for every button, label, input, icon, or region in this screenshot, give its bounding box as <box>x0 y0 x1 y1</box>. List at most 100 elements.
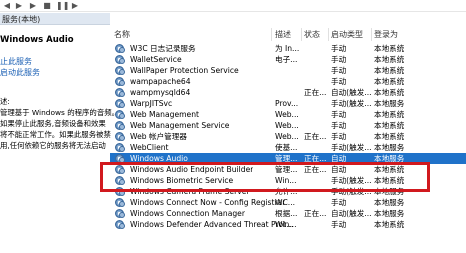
table-row[interactable]: Windows Biometric Service Win... 手动(触发... 本… <box>110 175 466 186</box>
cell-name: Windows Audio <box>130 154 188 163</box>
cell-desc: 电子... <box>275 55 298 64</box>
table-row[interactable]: Windows Connect Now - Config Registrar WC… <box>110 197 466 208</box>
cell-desc: 使基... <box>275 143 298 152</box>
cell-status: 正在... <box>304 209 327 218</box>
cell-desc: WC... <box>275 198 296 207</box>
selected-service-title: Windows Audio <box>0 35 74 45</box>
gear-icon <box>115 88 125 97</box>
cell-logon: 本地系统 <box>374 176 405 185</box>
table-row[interactable]: Windows Connection Manager 根据... 正在... 自动(触… <box>110 208 466 219</box>
column-logon-as[interactable]: 登录为 <box>374 28 398 41</box>
table-row[interactable]: Windows Defender Advanced Threat Prot...… <box>110 219 466 230</box>
table-row[interactable]: wampapache64 手动 本地系统 <box>110 76 466 87</box>
cell-name: Windows Audio Endpoint Builder <box>130 165 254 174</box>
column-description[interactable]: 描述 <box>275 28 291 41</box>
cell-name: Web 帐户管理器 <box>130 132 187 141</box>
cell-startup: 手动(触发... <box>331 187 372 196</box>
cell-name: wampmysqld64 <box>130 88 191 97</box>
table-row[interactable]: wampmysqld64 正在... 自动(触发... 本地系统 <box>110 87 466 98</box>
cell-status: 正在... <box>304 132 327 141</box>
column-separator[interactable] <box>328 28 329 41</box>
gear-icon <box>115 198 125 207</box>
column-separator[interactable] <box>271 28 272 41</box>
toolbar: ◀ ▶ ▶ ■ ❚❚ ▶ <box>0 0 466 12</box>
table-row[interactable]: WarpJITSvc Prov... 手动(触发... 本地服务 <box>110 98 466 109</box>
services-list: 名称 描述 状态 启动类型 登录为 W3C 日志记录服务为 In... 手动 本地系… <box>110 28 466 253</box>
cell-startup: 手动 <box>331 132 347 141</box>
gear-icon <box>115 187 125 196</box>
restart-icon[interactable]: ▶ <box>70 1 80 11</box>
gear-icon <box>115 154 125 163</box>
column-startup-type[interactable]: 启动类型 <box>331 28 363 41</box>
cell-logon: 本地系统 <box>374 44 405 53</box>
table-row[interactable]: WalletService 电子... 手动 本地系统 <box>110 54 466 65</box>
cell-startup: 自动 <box>331 154 347 163</box>
table-row[interactable]: W3C 日志记录服务 为 In... 手动 本地系统 <box>110 43 466 54</box>
play-icon[interactable]: ▶ <box>28 1 38 11</box>
forward-icon[interactable]: ▶ <box>14 1 24 11</box>
gear-icon <box>115 99 125 108</box>
cell-logon: 本地系统 <box>374 165 405 174</box>
pause-icon[interactable]: ❚❚ <box>56 1 69 11</box>
description-title: 述: <box>0 97 10 106</box>
cell-logon: 本地服务 <box>374 99 405 108</box>
description-line-2: 如果停止此服务,音频设备和效果 <box>0 119 106 128</box>
table-row[interactable]: Web Management Service Web... 手动 本地系统 <box>110 120 466 131</box>
column-separator[interactable] <box>371 28 372 41</box>
cell-startup: 手动(触发... <box>331 176 372 185</box>
table-row[interactable]: Web 帐户管理器 Web... 正在... 手动 本地系统 <box>110 131 466 142</box>
cell-logon: 本地系统 <box>374 220 405 229</box>
gear-icon <box>115 55 125 64</box>
description-line-1: 管理基于 Windows 的程序的音频。 <box>0 108 119 117</box>
cell-name: WallPaper Protection Service <box>130 66 239 75</box>
cell-name: Windows Defender Advanced Threat Prot... <box>130 220 294 229</box>
column-separator[interactable] <box>301 28 302 41</box>
stop-icon[interactable]: ■ <box>42 1 52 11</box>
cell-name: Windows Biometric Service <box>130 176 234 185</box>
cell-startup: 自动 <box>331 165 347 174</box>
gear-icon <box>115 220 125 229</box>
gear-icon <box>115 165 125 174</box>
cell-logon: 本地系统 <box>374 66 405 75</box>
cell-name: Windows Connection Manager <box>130 209 245 218</box>
cell-name: W3C 日志记录服务 <box>130 44 196 53</box>
cell-startup: 手动 <box>331 44 347 53</box>
back-icon[interactable]: ◀ <box>2 1 12 11</box>
cell-desc: 管理... <box>275 165 298 174</box>
table-row[interactable]: WebClient 使基... 手动(触发... 本地服务 <box>110 142 466 153</box>
cell-startup: 自动(触发... <box>331 88 372 97</box>
cell-logon: 本地系统 <box>374 121 405 130</box>
cell-logon: 本地服务 <box>374 187 405 196</box>
cell-logon: 本地系统 <box>374 88 405 97</box>
table-row[interactable]: Web Management Web... 手动 本地系统 <box>110 109 466 120</box>
table-row[interactable]: WallPaper Protection Service 手动 本地系统 <box>110 65 466 76</box>
cell-startup: 手动 <box>331 66 347 75</box>
stop-service-link[interactable]: 止此服务 <box>0 56 32 67</box>
cell-name: Web Management <box>130 110 199 119</box>
cell-startup: 自动(触发... <box>331 209 372 218</box>
cell-name: WebClient <box>130 143 169 152</box>
cell-startup: 手动 <box>331 198 347 207</box>
cell-startup: 手动 <box>331 220 347 229</box>
cell-startup: 手动 <box>331 55 347 64</box>
cell-logon: 本地系统 <box>374 77 405 86</box>
cell-logon: 本地服务 <box>374 143 405 152</box>
cell-name: WalletService <box>130 55 182 64</box>
column-status[interactable]: 状态 <box>304 28 320 41</box>
cell-desc: 管理... <box>275 154 298 163</box>
column-name[interactable]: 名称 <box>114 28 130 41</box>
services-local-header: 服务(本地) <box>0 13 110 25</box>
gear-icon <box>115 176 125 185</box>
cell-desc: Win... <box>275 220 297 229</box>
cell-desc: Web... <box>275 132 299 141</box>
description-line-4: 用,任何依赖它的服务将无法启动 <box>0 141 106 150</box>
cell-desc: Web... <box>275 121 299 130</box>
cell-logon: 本地系统 <box>374 132 405 141</box>
table-row[interactable]: Windows Audio 管理... 正在... 自动 本地服务 <box>110 153 466 164</box>
cell-startup: 手动 <box>331 77 347 86</box>
cell-startup: 手动(触发... <box>331 143 372 152</box>
table-row[interactable]: Windows Camera Frame Server 允许... 手动(触发...… <box>110 186 466 197</box>
table-row[interactable]: Windows Audio Endpoint Builder 管理... 正在...… <box>110 164 466 175</box>
cell-logon: 本地服务 <box>374 198 405 207</box>
restart-service-link[interactable]: 启动此服务 <box>0 67 40 78</box>
